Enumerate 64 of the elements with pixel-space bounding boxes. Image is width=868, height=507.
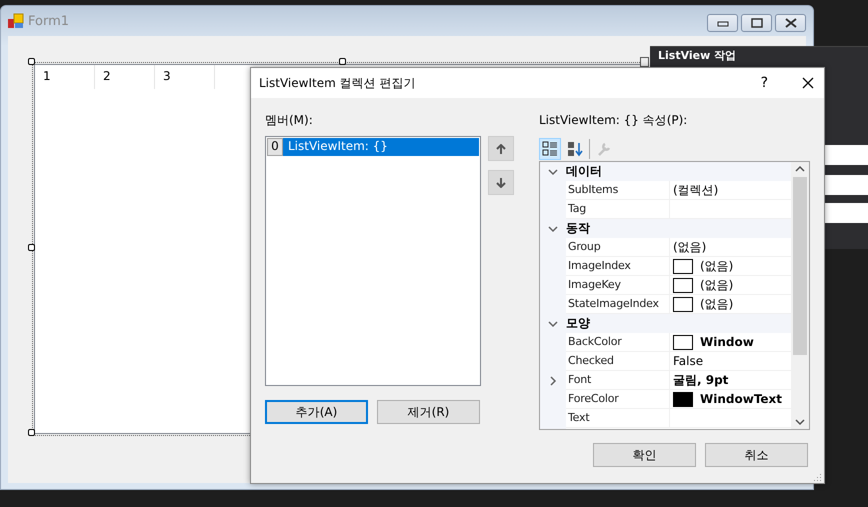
arrow-up-icon [496,144,506,154]
minimize-button[interactable] [707,14,738,32]
property-name: Text [566,409,670,428]
category-header[interactable]: 모양 [566,314,791,333]
property-name: Group [566,238,670,257]
resize-handle[interactable] [28,58,35,65]
maximize-icon [750,18,762,28]
property-name: Tag [566,200,670,219]
minimize-icon [716,19,728,27]
move-down-button[interactable] [488,170,514,195]
ok-button[interactable]: 확인 [593,443,696,467]
resize-grip-icon[interactable] [814,473,822,481]
property-name: ImageIndex [566,257,670,276]
property-name: Font [566,371,670,390]
scroll-down-icon[interactable] [795,418,805,426]
property-value[interactable]: (없음) [700,276,734,294]
members-list[interactable]: 0 ListViewItem: {} [265,136,481,386]
property-name: Checked [566,352,670,371]
members-label: 멤버(M): [265,112,314,129]
close-button[interactable] [775,14,806,32]
scroll-up-icon[interactable] [795,165,805,173]
scrollbar[interactable] [791,162,809,429]
category-header[interactable]: 데이터 [566,162,791,181]
property-name: ForeColor [566,390,670,409]
column-header[interactable]: 1 [35,65,95,89]
member-item[interactable]: ListViewItem: {} [283,138,479,156]
arrow-down-icon [496,178,506,188]
close-icon [784,18,796,28]
property-name: BackColor [566,333,670,352]
panel-title: ListView 작업 [658,49,736,63]
property-value[interactable]: (컬렉션) [673,182,718,198]
categorized-view-icon[interactable] [539,138,561,160]
property-name: ImageKey [566,276,670,295]
maximize-button[interactable] [741,14,772,32]
property-value[interactable]: False [673,354,704,368]
property-name: SubItems [566,181,670,200]
property-value[interactable]: 굴림, 9pt [673,372,728,388]
cancel-button[interactable]: 취소 [705,443,808,467]
remove-button[interactable]: 제거(R) [377,400,480,424]
resize-handle[interactable] [28,429,35,436]
chevron-icon[interactable] [548,318,558,328]
chevron-icon[interactable] [548,166,558,176]
resize-handle[interactable] [28,244,35,251]
property-value[interactable]: (없음) [673,238,706,256]
property-name: StateImageIndex [566,295,670,314]
smart-tag-button[interactable] [640,57,649,67]
form-icon [8,13,24,29]
help-button[interactable]: ? [760,75,768,91]
move-up-button[interactable] [488,136,514,161]
property-value[interactable]: Window [700,335,754,349]
item-index: 0 [267,138,283,156]
resize-handle[interactable] [339,58,346,65]
chevron-icon[interactable] [548,224,558,234]
dialog-title: ListViewItem 컬렉션 편집기 [259,74,416,92]
close-icon[interactable] [802,77,814,89]
chevron-icon[interactable] [548,376,558,386]
column-header[interactable]: 2 [95,65,155,89]
property-value[interactable]: (없음) [700,296,734,312]
category-header[interactable]: 동작 [566,219,791,238]
window-title: Form1 [28,14,70,28]
column-header[interactable]: 3 [155,65,215,89]
property-value[interactable]: (없음) [700,258,734,274]
add-button[interactable]: 추가(A) [265,400,368,424]
properties-label: ListViewItem: {} 속성(P): [539,112,688,129]
